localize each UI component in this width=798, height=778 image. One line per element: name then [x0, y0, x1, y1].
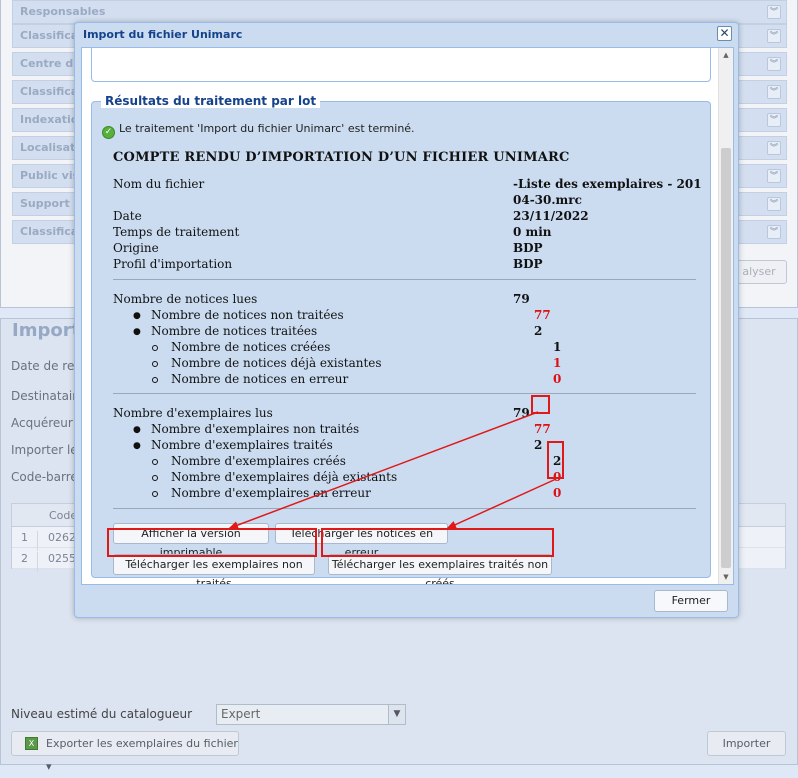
annotation-arrows — [228, 411, 557, 529]
arrow — [446, 478, 557, 529]
arrow — [228, 411, 539, 529]
